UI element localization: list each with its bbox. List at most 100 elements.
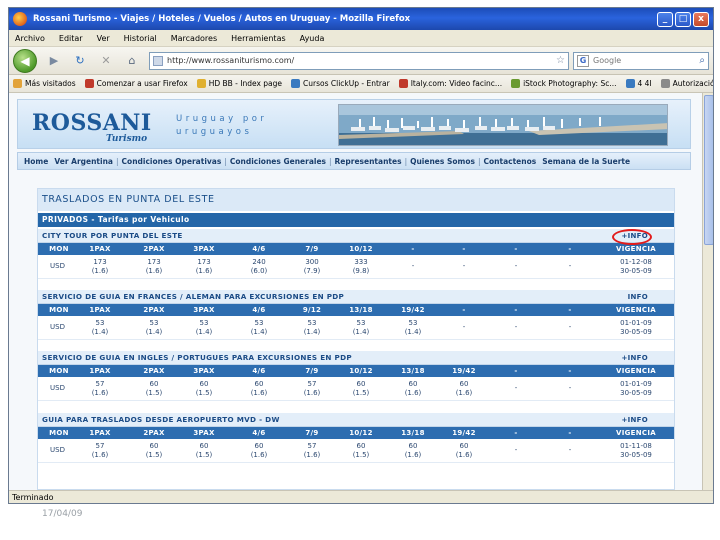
price-value: 53 — [95, 319, 105, 327]
column-header: 13/18 — [401, 367, 425, 375]
service-block: SERVICIO DE GUIA EN FRANCES / ALEMAN PAR… — [38, 290, 674, 340]
nav-separator: | — [404, 156, 408, 166]
bookmark-item[interactable]: iStock Photography: Sc... — [511, 79, 617, 88]
price-value: 53 — [254, 319, 264, 327]
search-input[interactable]: Google — [593, 56, 699, 65]
column-header: 7/9 — [305, 429, 319, 437]
menu-ayuda[interactable]: Ayuda — [300, 34, 325, 43]
column-header: - — [514, 367, 518, 375]
nav-link[interactable]: Representantes — [335, 157, 402, 166]
validity-date: 30-05-09 — [620, 389, 652, 397]
table-header-row: MON 1PAX 2PAX 3PAX 4/6 7/9 10/12 13/18 19/42 - - VI… — [38, 365, 674, 377]
search-bar[interactable]: G Google ⌕ — [573, 51, 709, 70]
nav-link[interactable]: Semana de la Suerte — [542, 157, 630, 166]
url-bar[interactable]: http://www.rossaniturismo.com/ ☆ — [149, 51, 569, 70]
back-arrow-icon[interactable]: ◀ — [13, 48, 37, 73]
search-icon[interactable]: ⌕ — [699, 55, 705, 66]
bookmark-item[interactable]: HD BB - Index page — [196, 79, 282, 88]
validity-date: 01-01-09 — [620, 380, 652, 388]
nav-link[interactable]: Condiciones Operativas — [122, 157, 222, 166]
slogan-line-2: uruguayos — [176, 127, 253, 137]
price-subvalue: (1.5) — [352, 389, 370, 397]
bookmark-item[interactable]: Autorización Req. — [660, 79, 713, 88]
info-link[interactable]: +INFO — [621, 351, 648, 365]
price-cell: 60 (1.5) — [187, 380, 221, 398]
menu-archivo[interactable]: Archivo — [15, 34, 45, 43]
title-bar[interactable]: Rossani Turismo - Viajes / Hoteles / Vue… — [9, 8, 713, 30]
price-subvalue: (1.5) — [352, 451, 370, 459]
price-subvalue: (1.6) — [404, 389, 422, 397]
price-subvalue: (1.6) — [91, 389, 109, 397]
maximize-button[interactable]: □ — [675, 11, 691, 27]
vertical-scrollbar[interactable] — [702, 93, 713, 490]
nav-link[interactable]: Ver Argentina — [54, 157, 113, 166]
column-header: 1PAX — [89, 367, 111, 375]
minimize-button[interactable]: _ — [657, 11, 673, 27]
column-header: 3PAX — [193, 367, 215, 375]
validity-cell: 01-11-08 30-05-09 — [606, 442, 666, 460]
menu-historial[interactable]: Historial — [124, 34, 157, 43]
column-header: 2PAX — [143, 429, 165, 437]
column-header: 3PAX — [193, 429, 215, 437]
validity-date: 30-05-09 — [620, 267, 652, 275]
url-input[interactable]: http://www.rossaniturismo.com/ — [167, 56, 552, 65]
search-engine-icon[interactable]: G — [577, 54, 589, 67]
site-logo-subtitle: Turismo — [106, 134, 148, 144]
column-header: 4/6 — [252, 245, 266, 253]
bookmark-star-icon[interactable]: ☆ — [556, 55, 565, 66]
menu-herramientas[interactable]: Herramientas — [231, 34, 286, 43]
close-button[interactable]: x — [693, 11, 709, 27]
scrollbar-thumb[interactable] — [704, 95, 713, 245]
column-header: - — [514, 245, 518, 253]
nav-link[interactable]: Contactenos — [484, 157, 537, 166]
home-icon[interactable]: ⌂ — [124, 53, 140, 69]
price-cell: 60 (1.6) — [447, 380, 481, 398]
nav-link[interactable]: Condiciones Generales — [230, 157, 326, 166]
price-value: 53 — [408, 319, 418, 327]
bookmark-item[interactable]: Italy.com: Video facinc... — [398, 79, 502, 88]
bookmark-item[interactable]: Cursos ClickUp - Entrar — [291, 79, 390, 88]
service-name: SERVICIO DE GUIA EN FRANCES / ALEMAN PAR… — [38, 290, 674, 304]
info-link[interactable]: +INFO — [621, 413, 648, 427]
bookmark-item[interactable]: 4 4I — [625, 79, 652, 88]
page-content: ROSSANI Turismo Uruguay por uruguayos Ho… — [9, 93, 702, 490]
price-value: - — [568, 323, 572, 331]
table-header-row: MON 1PAX 2PAX 3PAX 4/6 7/9 10/12- - - - VIGENCIA — [38, 243, 674, 255]
table-header-row: MON 1PAX 2PAX 3PAX 4/6 7/9 10/12 13/18 19/42 - - VI… — [38, 427, 674, 439]
price-cell: 57 (1.6) — [83, 380, 117, 398]
column-header: - — [514, 429, 518, 437]
info-link[interactable]: INFO — [628, 290, 648, 304]
site-logo[interactable]: ROSSANI — [32, 110, 152, 136]
price-subvalue: (1.5) — [145, 451, 163, 459]
column-header: 9/12 — [302, 306, 322, 314]
price-subvalue: (1.4) — [352, 328, 370, 336]
nav-link[interactable]: Home — [24, 157, 48, 166]
column-header: 19/42 — [452, 367, 476, 375]
section-header: PRIVADOS - Tarifas por Vehiculo — [38, 213, 674, 227]
reload-icon[interactable]: ↻ — [72, 53, 88, 69]
price-value: - — [462, 323, 466, 331]
nav-separator: | — [329, 156, 332, 166]
bookmark-item[interactable]: Comenzar a usar Firefox — [84, 79, 188, 88]
price-value: 53 — [199, 319, 209, 327]
menu-editar[interactable]: Editar — [59, 34, 83, 43]
navigation-toolbar: ◀ ▶ ↻ ✕ ⌂ http://www.rossaniturismo.com/… — [9, 47, 713, 75]
price-cell: 300 (7.9) — [295, 258, 329, 276]
price-value: 333 — [354, 258, 368, 266]
price-value: 60 — [356, 442, 366, 450]
price-subvalue: (1.4) — [404, 328, 422, 336]
menu-bar: Archivo Editar Ver Historial Marcadores … — [9, 30, 713, 47]
nav-separator: | — [477, 156, 481, 166]
bookmark-icon — [398, 79, 408, 88]
menu-marcadores[interactable]: Marcadores — [171, 34, 217, 43]
column-header: 19/42 — [452, 429, 476, 437]
forward-arrow-icon[interactable]: ▶ — [46, 53, 62, 69]
nav-link[interactable]: Quienes Somos — [410, 157, 475, 166]
stop-icon[interactable]: ✕ — [98, 53, 114, 69]
bookmark-item[interactable]: Más visitados — [13, 79, 76, 88]
price-cell: 53 (1.4) — [295, 319, 329, 337]
menu-ver[interactable]: Ver — [97, 34, 110, 43]
currency-cell: USD — [50, 446, 65, 454]
price-subvalue: (1.5) — [145, 389, 163, 397]
price-value: 53 — [307, 319, 317, 327]
